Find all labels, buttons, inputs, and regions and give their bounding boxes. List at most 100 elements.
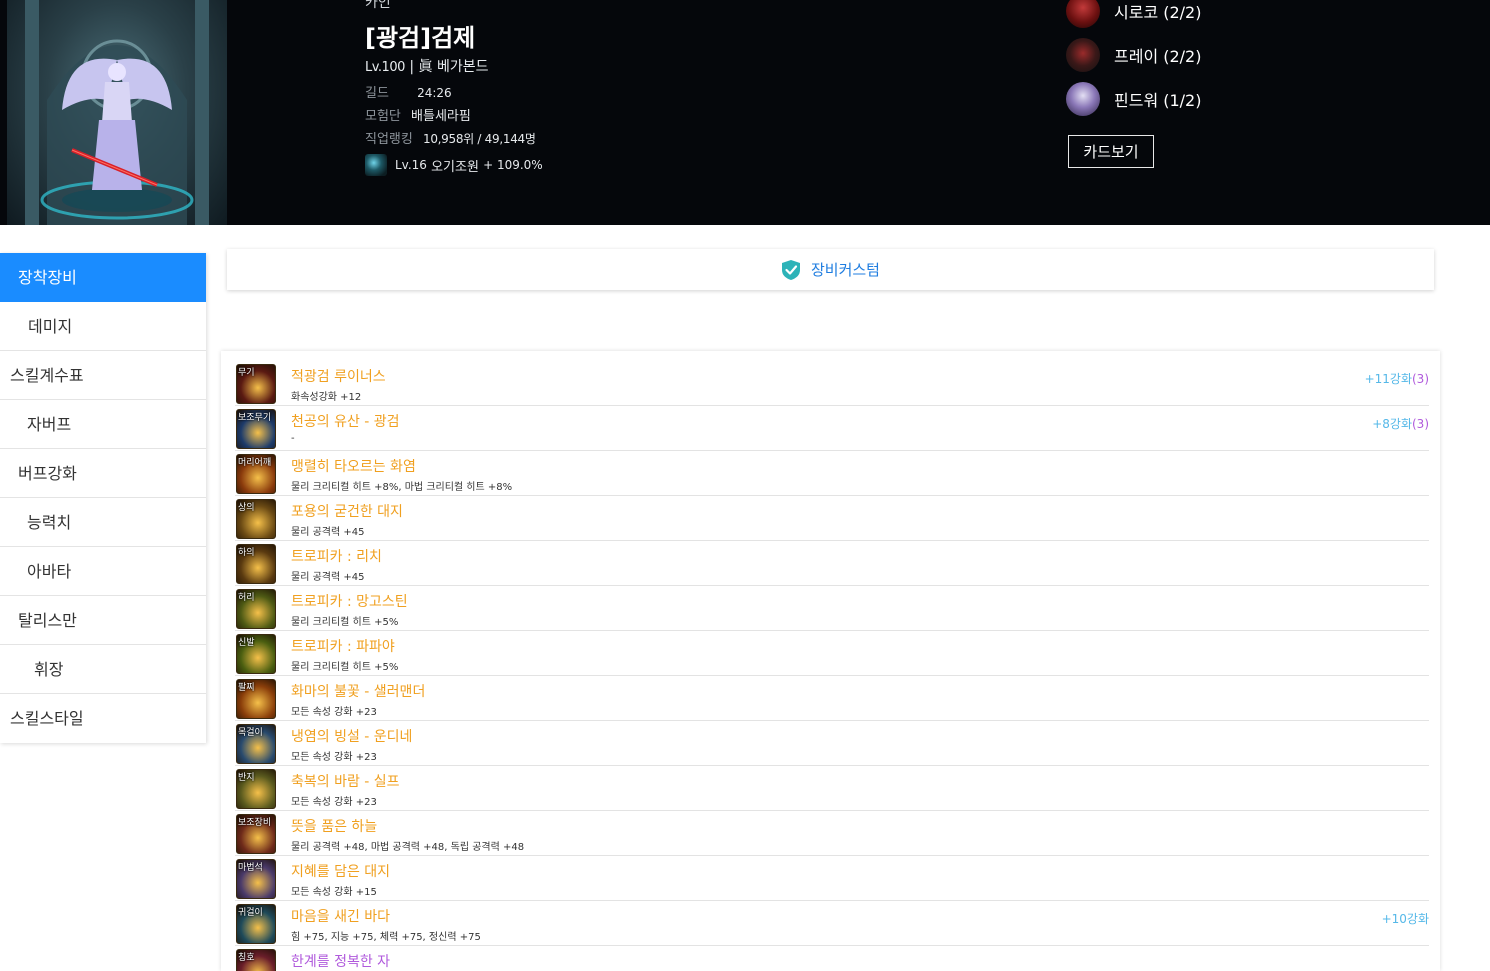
slot-label: 마법석	[238, 863, 263, 873]
equipment-list: 무기 적광검 루이너스 화속성강화 +12 +11강화(3) 보조무기 천공의 …	[221, 351, 1440, 971]
equipment-row[interactable]: 귀걸이 마음을 새긴 바다 힘 +75, 지능 +75, 체력 +75, 정신력…	[235, 901, 1429, 946]
belt-icon: 허리	[236, 589, 276, 629]
character-level: Lv.100	[365, 60, 405, 75]
sidebar-item-self-buff[interactable]: 자버프	[0, 400, 206, 449]
enhance-value: +10강화	[1381, 912, 1429, 926]
sidebar-item-emblem[interactable]: 휘장	[0, 645, 206, 694]
item-option: 모든 속성 강화 +23	[291, 752, 377, 763]
equipment-row[interactable]: 반지 축복의 바람 - 실프 모든 속성 강화 +23	[235, 766, 1429, 811]
shoes-icon: 신발	[236, 634, 276, 674]
item-name: 지혜를 담은 대지	[291, 864, 391, 880]
card-set-label: 핀드워 (1/2)	[1114, 91, 1202, 110]
slot-label: 신발	[238, 638, 255, 648]
item-option: 힘 +75, 지능 +75, 체력 +75, 정신력 +75	[291, 932, 481, 943]
equipment-row[interactable]: 팔찌 화마의 불꽃 - 샐러맨더 모든 속성 강화 +23	[235, 676, 1429, 721]
equipment-row[interactable]: 보조무기 천공의 유산 - 광검 - +8강화(3)	[235, 406, 1429, 451]
guild-row: 길드 24:26	[365, 82, 452, 101]
sidebar-item-talisman[interactable]: 탈리스만	[0, 596, 206, 645]
adventure-party-row: 모험단 배틀세라핌	[365, 105, 471, 124]
server-name: 카인	[365, 0, 391, 11]
item-name: 마음을 새긴 바다	[291, 909, 391, 925]
necklace-icon: 목걸이	[236, 724, 276, 764]
class-rank-row: 직업랭킹 10,958위 / 49,144명	[365, 128, 536, 147]
sidebar-item-skill-style[interactable]: 스킬스타일	[0, 694, 206, 743]
character-image	[25, 0, 209, 225]
support-equipment-icon: 보조장비	[236, 814, 276, 854]
card-avatar-icon	[1066, 82, 1100, 116]
sub-weapon-icon: 보조무기	[236, 409, 276, 449]
equipment-row[interactable]: 마법석 지혜를 담은 대지 모든 속성 강화 +15	[235, 856, 1429, 901]
item-option: 모든 속성 강화 +15	[291, 887, 377, 898]
slot-label: 반지	[238, 773, 255, 783]
sidebar-item-damage[interactable]: 데미지	[0, 302, 206, 351]
card-set-item: 프레이 (2/2)	[1066, 38, 1201, 72]
enhance-level: (3)	[1412, 372, 1429, 386]
character-class: | 眞 베가본드	[409, 59, 489, 75]
slot-label: 무기	[238, 368, 255, 378]
slot-label: 하의	[238, 548, 255, 558]
equipment-row[interactable]: 목걸이 냉염의 빙설 - 운디네 모든 속성 강화 +23	[235, 721, 1429, 766]
enhance-value: +11강화	[1364, 372, 1412, 386]
guild-value: 24:26	[417, 86, 452, 100]
equipment-custom-button[interactable]: 장비커스텀	[227, 249, 1434, 290]
sidebar-item-buff-enhance[interactable]: 버프강화	[0, 449, 206, 498]
card-set-label: 프레이 (2/2)	[1114, 47, 1202, 66]
card-set-item: 핀드워 (1/2)	[1066, 82, 1201, 116]
slot-label: 보조무기	[238, 413, 272, 423]
guild-label: 길드	[365, 86, 389, 101]
slot-label: 목걸이	[238, 728, 263, 738]
item-option: 물리 크리티컬 히트 +5%	[291, 662, 399, 673]
card-avatar-icon	[1066, 0, 1100, 28]
title-icon: 칭호	[236, 949, 276, 971]
equipment-row[interactable]: 칭호 한계를 정복한 자	[235, 946, 1429, 971]
item-name: 트로피카 : 리치	[291, 549, 382, 565]
ring-icon: 반지	[236, 769, 276, 809]
item-option: 화속성강화 +12	[291, 392, 362, 403]
buff-skill-name: 오기조원	[431, 159, 479, 175]
item-option: 모든 속성 강화 +23	[291, 707, 377, 718]
item-option: 물리 공격력 +48, 마법 공격력 +48, 독립 공격력 +48	[291, 842, 525, 853]
top-armor-icon: 상의	[236, 499, 276, 539]
character-name: [광검]검제	[365, 24, 476, 52]
buff-skill-value: + 109.0%	[483, 158, 543, 172]
item-name: 맹렬히 타오르는 화염	[291, 459, 416, 475]
card-avatar-icon	[1066, 38, 1100, 72]
item-name: 천공의 유산 - 광검	[291, 414, 400, 430]
item-option: 물리 크리티컬 히트 +8%, 마법 크리티컬 히트 +8%	[291, 482, 513, 493]
equipment-row[interactable]: 머리어깨 맹렬히 타오르는 화염 물리 크리티컬 히트 +8%, 마법 크리티컬…	[235, 451, 1429, 496]
item-enhance: +11강화(3)	[1365, 370, 1429, 387]
equipment-row[interactable]: 신발 트로피카 : 파파야 물리 크리티컬 히트 +5%	[235, 631, 1429, 676]
equipment-row[interactable]: 허리 트로피카 : 망고스틴 물리 크리티컬 히트 +5%	[235, 586, 1429, 631]
sidebar-item-equipment[interactable]: 장착장비	[0, 253, 206, 302]
weapon-icon: 무기	[236, 364, 276, 404]
item-option: 물리 크리티컬 히트 +5%	[291, 617, 399, 628]
sidebar-item-avatar[interactable]: 아바타	[0, 547, 206, 596]
equipment-row[interactable]: 보조장비 뜻을 품은 하늘 물리 공격력 +48, 마법 공격력 +48, 독립…	[235, 811, 1429, 856]
item-name: 화마의 불꽃 - 샐러맨더	[291, 684, 426, 700]
adventure-party-label: 모험단	[365, 109, 401, 124]
buff-skill-row: Lv.16 오기조원 + 109.0%	[365, 154, 543, 176]
sidebar-item-skill-coefficients[interactable]: 스킬계수표	[0, 351, 206, 400]
view-cards-button[interactable]: 카드보기	[1068, 135, 1154, 168]
equipment-row[interactable]: 상의 포용의 굳건한 대지 물리 공격력 +45	[235, 496, 1429, 541]
slot-label: 칭호	[238, 953, 255, 963]
bracelet-icon: 팔찌	[236, 679, 276, 719]
equipment-row[interactable]: 하의 트로피카 : 리치 물리 공격력 +45	[235, 541, 1429, 586]
magic-stone-icon: 마법석	[236, 859, 276, 899]
bottom-armor-icon: 하의	[236, 544, 276, 584]
item-name: 한계를 정복한 자	[291, 954, 391, 970]
shoulder-icon: 머리어깨	[236, 454, 276, 494]
equipment-custom-label: 장비커스텀	[810, 261, 880, 279]
level-line: Lv.100 | 眞 베가본드	[365, 56, 488, 76]
slot-label: 팔찌	[238, 683, 255, 693]
class-rank-label: 직업랭킹	[365, 132, 413, 147]
item-name: 뜻을 품은 하늘	[291, 819, 378, 835]
item-option: -	[291, 433, 295, 444]
slot-label: 상의	[238, 503, 255, 513]
buff-skill-icon	[365, 154, 387, 176]
card-set-item: 시로코 (2/2)	[1066, 0, 1201, 28]
slot-label: 보조장비	[238, 818, 272, 828]
sidebar-item-stats[interactable]: 능력치	[0, 498, 206, 547]
equipment-row[interactable]: 무기 적광검 루이너스 화속성강화 +12 +11강화(3)	[235, 361, 1429, 406]
enhance-value: +8강화	[1372, 417, 1412, 431]
